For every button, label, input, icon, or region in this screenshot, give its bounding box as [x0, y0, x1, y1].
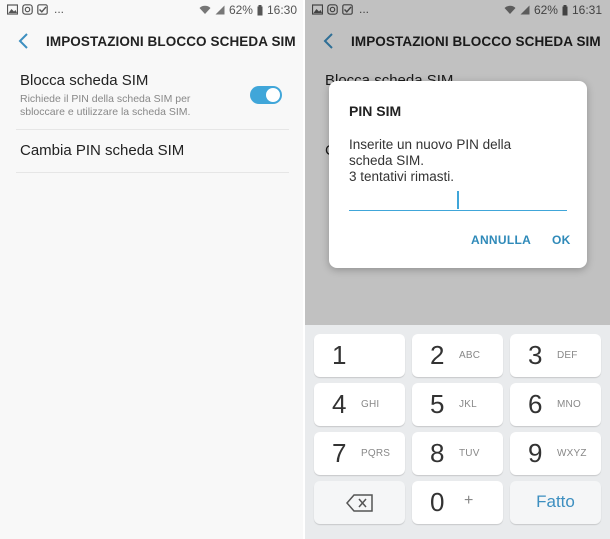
back-arrow-icon[interactable]	[17, 32, 31, 50]
key-letters: PQRS	[361, 448, 391, 459]
key-4[interactable]: 4 GHI	[314, 383, 405, 426]
key-number: 5	[430, 389, 445, 419]
done-key[interactable]: Fatto	[510, 481, 601, 524]
key-6[interactable]: 6 MNO	[510, 383, 601, 426]
key-letters: GHI	[361, 399, 380, 410]
signal-icon	[215, 5, 225, 15]
key-number: 1	[332, 340, 347, 370]
dialog-message: Inserite un nuovo PIN della scheda SIM. …	[349, 137, 569, 185]
numeric-keypad: 1 2 ABC 3 DEF 4 GHI 5 JKL 6 MNO 7 PQRS 8…	[305, 325, 610, 539]
lock-sim-label: Blocca scheda SIM	[20, 72, 149, 89]
cancel-button[interactable]: ANNULLA	[471, 233, 531, 247]
key-letters: ABC	[459, 350, 481, 361]
wifi-icon	[199, 5, 211, 14]
image-icon	[7, 4, 18, 15]
lock-sim-setting[interactable]: Blocca scheda SIM Richiede il PIN della …	[20, 72, 285, 119]
app-bar: IMPOSTAZIONI BLOCCO SCHEDA SIM	[0, 26, 305, 58]
more-notifications: ...	[54, 2, 65, 16]
key-5[interactable]: 5 JKL	[412, 383, 503, 426]
page-title: IMPOSTAZIONI BLOCCO SCHEDA SIM	[46, 34, 296, 49]
key-letters: DEF	[557, 350, 578, 361]
key-9[interactable]: 9 WXYZ	[510, 432, 601, 475]
plus-symbol: +	[464, 492, 474, 509]
key-number: 3	[528, 340, 543, 370]
check-icon	[37, 4, 48, 15]
key-0[interactable]: 0 +	[412, 481, 503, 524]
key-8[interactable]: 8 TUV	[412, 432, 503, 475]
status-bar: ... 62% 16:30	[0, 0, 305, 22]
toggle-knob	[265, 87, 281, 103]
key-7[interactable]: 7 PQRS	[314, 432, 405, 475]
clock: 16:30	[266, 3, 297, 17]
key-number: 4	[332, 389, 347, 419]
key-number: 2	[430, 340, 445, 370]
backspace-key[interactable]	[314, 481, 405, 524]
key-letters: WXYZ	[557, 448, 587, 459]
key-number: 6	[528, 389, 543, 419]
instagram-icon	[22, 4, 33, 15]
key-letters: TUV	[459, 448, 480, 459]
key-letters: JKL	[459, 399, 477, 410]
key-3[interactable]: 3 DEF	[510, 334, 601, 377]
lock-sim-toggle[interactable]	[250, 86, 282, 104]
divider	[16, 129, 289, 130]
key-2[interactable]: 2 ABC	[412, 334, 503, 377]
pin-dialog-screen: ... 62% 16:31 IMPOSTAZIONI BLOCCO SCHEDA…	[305, 0, 610, 539]
key-number: 7	[332, 438, 347, 468]
key-1[interactable]: 1	[314, 334, 405, 377]
dialog-message-line: Inserite un nuovo PIN della	[349, 137, 512, 152]
backspace-icon	[346, 494, 373, 512]
key-number: 0	[430, 487, 445, 517]
change-pin-setting[interactable]: Cambia PIN scheda SIM	[20, 142, 184, 159]
ok-button[interactable]: OK	[552, 233, 571, 247]
key-number: 9	[528, 438, 543, 468]
text-cursor	[457, 191, 459, 209]
key-number: 8	[430, 438, 445, 468]
key-letters: MNO	[557, 399, 581, 410]
pin-input[interactable]	[349, 187, 567, 211]
battery-icon	[257, 4, 263, 15]
settings-screen: ... 62% 16:30 IMPOSTAZIONI BLOCCO SCHEDA…	[0, 0, 305, 539]
dialog-title: PIN SIM	[349, 103, 402, 119]
done-label: Fatto	[536, 492, 575, 511]
battery-percent: 62%	[228, 3, 253, 17]
divider	[16, 172, 289, 173]
pin-dialog: PIN SIM Inserite un nuovo PIN della sche…	[329, 81, 587, 268]
dialog-message-line: scheda SIM.	[349, 153, 425, 168]
dialog-message-line: 3 tentativi rimasti.	[349, 169, 455, 184]
lock-sim-description: Richiede il PIN della scheda SIM per sbl…	[20, 93, 191, 118]
